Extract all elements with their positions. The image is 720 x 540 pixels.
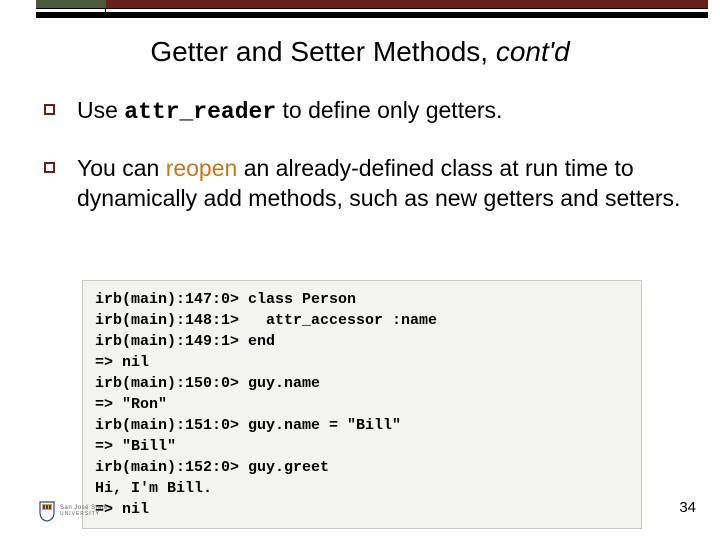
title-italic: cont'd [496,36,570,67]
title-main: Getter and Setter Methods, [150,36,496,67]
text-span: You can [77,155,166,181]
page-number: 34 [679,499,696,516]
bullet-item: You can reopen an already-defined class … [44,154,684,214]
bullet-text: Use attr_reader to define only getters. [77,96,502,128]
square-bullet-icon [44,104,55,115]
bullet-item: Use attr_reader to define only getters. [44,96,684,128]
bullet-text: You can reopen an already-defined class … [77,154,684,214]
logo-text: San José State UNIVERSITY [60,505,108,517]
highlight-word: reopen [166,155,238,181]
square-bullet-icon [44,162,55,173]
header-band [36,0,708,18]
university-logo: San José State UNIVERSITY [38,500,108,522]
logo-line2: UNIVERSITY [60,512,108,518]
text-span: to define only getters. [276,97,502,123]
code-inline: attr_reader [124,99,276,125]
shield-icon [38,500,56,522]
text-span: Use [77,97,124,123]
code-block: irb(main):147:0> class Person irb(main):… [82,280,642,529]
bullet-list: Use attr_reader to define only getters. … [44,96,684,240]
page-title: Getter and Setter Methods, cont'd [0,36,720,68]
